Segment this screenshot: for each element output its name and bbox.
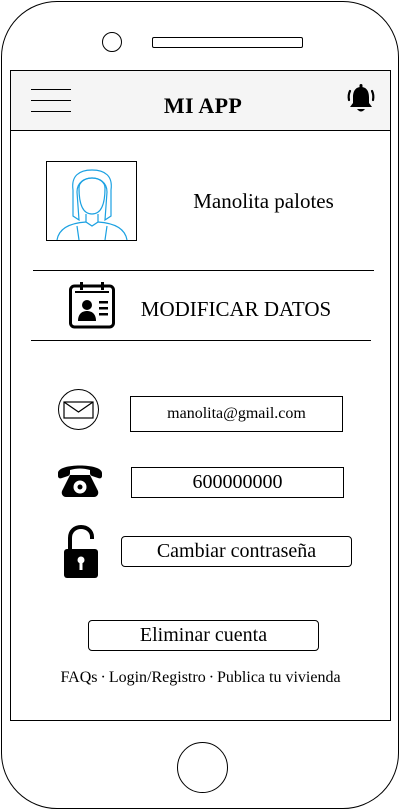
contact-card-icon[interactable] bbox=[69, 281, 115, 329]
phone-field[interactable]: 600000000 bbox=[131, 467, 344, 498]
faqs-link[interactable]: FAQs bbox=[60, 669, 97, 686]
user-name: Manolita palotes bbox=[193, 189, 334, 213]
bell-icon[interactable] bbox=[346, 83, 376, 115]
modify-data-button[interactable]: MODIFICAR DATOS bbox=[126, 294, 346, 324]
email-field[interactable]: manolita@gmail.com bbox=[130, 396, 343, 432]
unlocked-padlock-icon bbox=[64, 525, 98, 578]
publish-home-link[interactable]: Publica tu vivienda bbox=[217, 669, 341, 686]
telephone-icon bbox=[58, 465, 102, 497]
user-avatar-icon bbox=[56, 169, 128, 240]
footer-separator: · bbox=[100, 669, 106, 686]
login-register-link[interactable]: Login/Registro bbox=[109, 669, 206, 686]
divider-top bbox=[33, 270, 374, 271]
front-camera bbox=[102, 32, 122, 52]
footer-separator: · bbox=[208, 669, 215, 686]
envelope-icon bbox=[58, 389, 99, 430]
speaker-grille bbox=[152, 37, 303, 48]
delete-account-button[interactable]: Eliminar cuenta bbox=[88, 620, 319, 651]
app-title: MI APP bbox=[163, 93, 243, 118]
divider-bottom bbox=[31, 340, 371, 341]
home-button[interactable] bbox=[177, 742, 228, 793]
app-header: MI APP bbox=[11, 71, 390, 131]
app-screen: MI APP Manolita palotes MODIFICAR DATOS … bbox=[10, 70, 391, 721]
profile-avatar[interactable] bbox=[46, 161, 137, 241]
change-password-button[interactable]: Cambiar contraseña bbox=[121, 536, 352, 567]
footer-links: FAQs · Login/Registro · Publica tu vivienda bbox=[11, 667, 390, 689]
